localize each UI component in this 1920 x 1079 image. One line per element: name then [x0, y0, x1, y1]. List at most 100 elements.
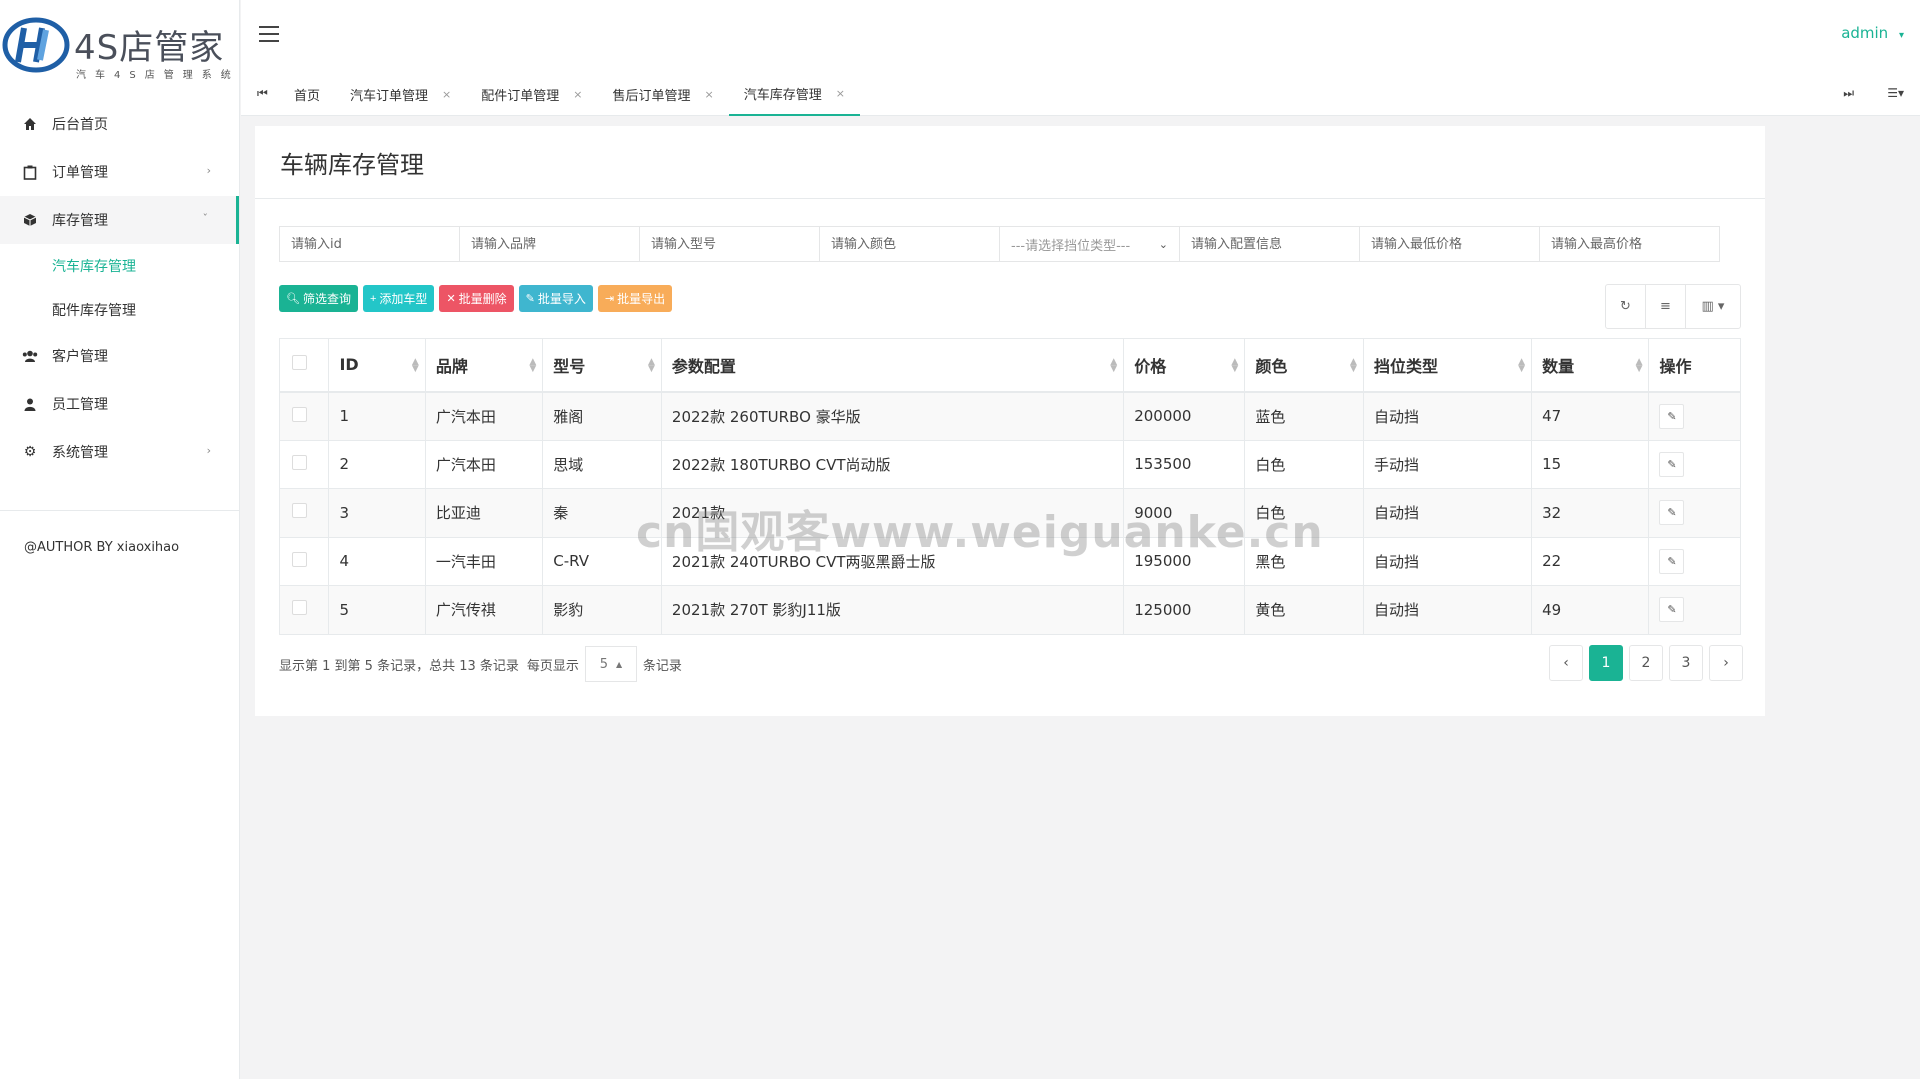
- sidebar-subitem-car-stock[interactable]: 汽车库存管理: [0, 244, 239, 288]
- cell-brand: 广汽本田: [424, 391, 544, 441]
- header-label: 型号: [553, 356, 586, 376]
- table-row: 5 广汽传祺 影豹 2021款 270T 影豹J11版 125000 黄色 自动…: [278, 585, 1741, 635]
- tab-home[interactable]: 首页: [279, 72, 335, 116]
- header-label: 价格: [1134, 356, 1167, 376]
- color-filter[interactable]: [819, 226, 1000, 262]
- model-filter[interactable]: [639, 226, 820, 262]
- sort-icon: ▲ ▼: [411, 357, 419, 374]
- batch-delete-button[interactable]: ✕ 批量删除: [439, 285, 514, 312]
- min-price-input[interactable]: [1371, 236, 1528, 252]
- table-row: 1 广汽本田 雅阁 2022款 260TURBO 豪华版 200000 蓝色 自…: [278, 391, 1741, 441]
- tab-label: 售后订单管理: [612, 88, 691, 104]
- header-label: 挡位类型: [1373, 356, 1438, 376]
- page-button-1[interactable]: 1: [1589, 645, 1623, 681]
- tabs-scroll-left-icon[interactable]: ⏮: [257, 86, 268, 101]
- sidebar-item-dashboard[interactable]: 后台首页: [0, 100, 239, 148]
- cell-id: 4: [328, 536, 426, 586]
- model-input[interactable]: [651, 236, 808, 252]
- sort-icon: ▲ ▼: [529, 357, 537, 374]
- close-icon[interactable]: ×: [836, 87, 845, 100]
- brand-filter[interactable]: [459, 226, 640, 262]
- sidebar-item-orders[interactable]: 订单管理 ›: [0, 148, 239, 196]
- logo[interactable]: 4S店管家 汽车4S店管理系统: [0, 0, 239, 82]
- gear-type-select[interactable]: ---请选择挡位类型--- ⌄: [999, 226, 1180, 262]
- column-header-quantity[interactable]: 数量 ▲ ▼: [1531, 338, 1650, 393]
- sidebar-item-staff[interactable]: 员工管理: [0, 380, 239, 428]
- row-checkbox[interactable]: [292, 454, 307, 470]
- row-checkbox[interactable]: [292, 600, 307, 616]
- cell-quantity: 22: [1531, 536, 1650, 586]
- cell-config: 2022款 260TURBO 豪华版: [660, 391, 1125, 441]
- page-size-select[interactable]: 5 ▲: [584, 646, 637, 682]
- color-input[interactable]: [831, 236, 988, 252]
- config-filter[interactable]: [1179, 226, 1360, 262]
- sidebar-item-label: 后台首页: [52, 117, 108, 133]
- config-input[interactable]: [1191, 236, 1348, 252]
- column-header-id[interactable]: ID ▲ ▼: [328, 338, 426, 393]
- tabs-scroll-right-icon[interactable]: ⏭: [1843, 86, 1854, 101]
- column-header-gear[interactable]: 挡位类型 ▲ ▼: [1362, 338, 1533, 393]
- tab-car-orders[interactable]: 汽车订单管理 ×: [335, 72, 466, 116]
- id-filter[interactable]: [279, 226, 460, 262]
- edit-icon[interactable]: ✎: [1659, 548, 1685, 574]
- home-icon: [22, 116, 38, 132]
- menu-toggle-icon[interactable]: [259, 26, 279, 42]
- brand-input[interactable]: [471, 236, 628, 252]
- tab-car-stock[interactable]: 汽车库存管理 ×: [728, 72, 860, 116]
- export-icon: ⇥: [604, 293, 615, 305]
- tab-aftersales-orders[interactable]: 售后订单管理 ×: [597, 72, 728, 116]
- column-header-model[interactable]: 型号 ▲ ▼: [542, 338, 662, 393]
- toggle-view-icon[interactable]: ≡: [1646, 285, 1686, 328]
- sidebar-subitem-parts-stock[interactable]: 配件库存管理: [0, 288, 239, 332]
- close-icon[interactable]: ×: [573, 88, 582, 101]
- cell-brand: 比亚迪: [424, 488, 544, 538]
- edit-icon[interactable]: ✎: [1659, 500, 1685, 526]
- cell-price: 125000: [1123, 585, 1246, 635]
- user-menu[interactable]: admin ▾: [1841, 24, 1904, 42]
- page-button-3[interactable]: 3: [1669, 645, 1703, 681]
- columns-icon[interactable]: ▥ ▾: [1686, 285, 1740, 328]
- column-header-price[interactable]: 价格 ▲ ▼: [1123, 338, 1246, 393]
- cell-gear: 自动挡: [1362, 391, 1533, 441]
- add-model-button[interactable]: + 添加车型: [362, 285, 435, 312]
- column-header-brand[interactable]: 品牌 ▲ ▼: [424, 338, 544, 393]
- row-checkbox[interactable]: [292, 551, 307, 567]
- close-icon[interactable]: ×: [442, 88, 451, 101]
- column-header-config[interactable]: 参数配置 ▲ ▼: [660, 338, 1125, 393]
- max-price-input[interactable]: [1551, 236, 1708, 252]
- button-label: 添加车型: [379, 292, 428, 306]
- row-checkbox[interactable]: [292, 406, 307, 422]
- clipboard-icon: [22, 164, 38, 180]
- page-title: 车辆库存管理: [255, 126, 1765, 199]
- prev-page-button[interactable]: ‹: [1549, 645, 1583, 681]
- next-page-button[interactable]: ›: [1709, 645, 1743, 681]
- select-all-checkbox[interactable]: [292, 355, 307, 371]
- tabs-options-icon[interactable]: ☰▾: [1887, 86, 1904, 100]
- batch-import-button[interactable]: ✎ 批量导入: [518, 285, 593, 312]
- header-label: 品牌: [435, 356, 468, 376]
- column-header-color[interactable]: 颜色 ▲ ▼: [1244, 338, 1364, 393]
- search-button[interactable]: 🔍︎ 筛选查询: [279, 285, 358, 312]
- id-input[interactable]: [291, 236, 448, 252]
- min-price-filter[interactable]: [1359, 226, 1540, 262]
- plus-icon: +: [369, 292, 377, 305]
- batch-export-button[interactable]: ⇥ 批量导出: [597, 285, 673, 312]
- edit-icon[interactable]: ✎: [1659, 451, 1685, 477]
- refresh-icon[interactable]: ↻: [1606, 285, 1646, 328]
- search-icon: 🔍︎: [286, 293, 300, 305]
- row-checkbox[interactable]: [292, 503, 307, 519]
- user-name: admin: [1841, 24, 1889, 42]
- edit-icon[interactable]: ✎: [1659, 403, 1685, 429]
- edit-icon[interactable]: ✎: [1659, 597, 1685, 623]
- max-price-filter[interactable]: [1539, 226, 1720, 262]
- page-button-2[interactable]: 2: [1629, 645, 1663, 681]
- sort-icon: ▲ ▼: [1350, 357, 1357, 374]
- filter-bar: ---请选择挡位类型--- ⌄: [279, 226, 1720, 262]
- gear-type-value: ---请选择挡位类型---: [1011, 238, 1131, 254]
- sidebar-item-customers[interactable]: 客户管理: [0, 332, 239, 380]
- page-tabs: 首页 汽车订单管理 × 配件订单管理 × 售后订单管理 × 汽车库存管理 ×: [279, 72, 860, 116]
- close-icon[interactable]: ×: [705, 88, 714, 101]
- sidebar-item-system[interactable]: ⚙ 系统管理 ›: [0, 428, 239, 476]
- tab-parts-orders[interactable]: 配件订单管理 ×: [466, 72, 597, 116]
- sidebar-item-inventory[interactable]: 库存管理 ˇ: [0, 196, 239, 244]
